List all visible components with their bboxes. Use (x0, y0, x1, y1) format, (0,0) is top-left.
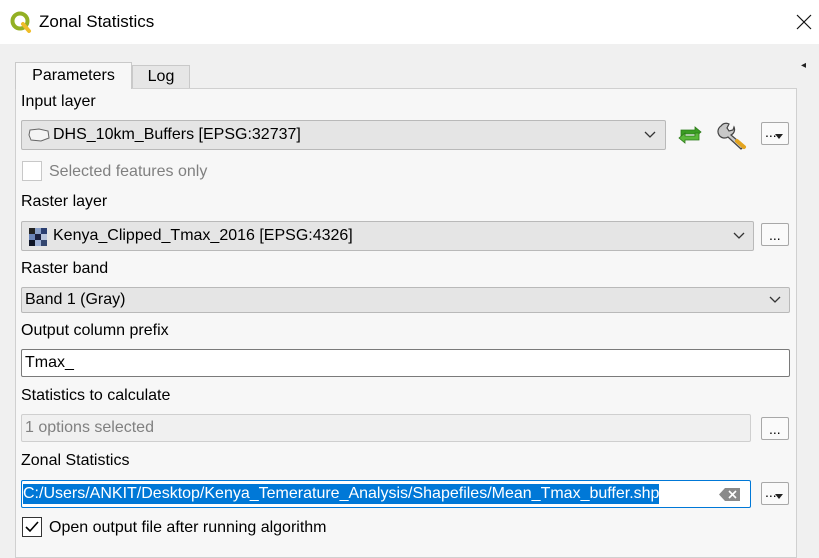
raster-band-value: Band 1 (Gray) (25, 291, 126, 308)
close-icon (796, 14, 812, 30)
prefix-value: Tmax_ (25, 354, 74, 371)
selected-only-checkbox[interactable] (22, 161, 42, 181)
iterate-icon (678, 126, 702, 144)
raster-band-label: Raster band (21, 260, 109, 277)
prefix-input[interactable]: Tmax_ (21, 349, 790, 377)
scroll-up-icon[interactable]: ◂ (801, 60, 806, 71)
input-layer-browse-button[interactable]: ... (761, 122, 789, 145)
chevron-down-icon (733, 232, 745, 239)
statistics-label: Statistics to calculate (21, 387, 171, 404)
raster-layer-icon (29, 228, 47, 246)
close-button[interactable] (788, 8, 818, 36)
window-title: Zonal Statistics (39, 12, 155, 31)
dropdown-arrow-icon (775, 494, 783, 499)
prefix-label: Output column prefix (21, 322, 169, 339)
open-output-label: Open output file after running algorithm (49, 519, 327, 536)
statistics-browse-button[interactable]: ... (761, 417, 789, 440)
statistics-input: 1 options selected (21, 414, 751, 442)
chevron-down-icon (769, 296, 781, 303)
statistics-value: 1 options selected (25, 419, 154, 436)
qgis-logo-icon (10, 11, 31, 33)
tab-log[interactable]: Log (132, 65, 190, 89)
raster-layer-combo[interactable]: Kenya_Clipped_Tmax_2016 [EPSG:4326] (21, 221, 754, 251)
output-browse-button[interactable]: ... (761, 482, 789, 505)
tab-parameters[interactable]: Parameters (15, 62, 132, 89)
advanced-options-button[interactable] (717, 120, 751, 152)
open-output-checkbox[interactable] (22, 517, 42, 537)
selected-only-label: Selected features only (49, 163, 208, 180)
output-file-input[interactable]: C:/Users/ANKIT/Desktop/Kenya_Temerature_… (21, 480, 751, 508)
raster-layer-browse-button[interactable]: ... (761, 223, 789, 246)
raster-layer-value: Kenya_Clipped_Tmax_2016 [EPSG:4326] (53, 227, 353, 244)
input-layer-combo[interactable]: DHS_10km_Buffers [EPSG:32737] (21, 120, 666, 150)
output-label: Zonal Statistics (21, 452, 130, 469)
raster-band-combo[interactable]: Band 1 (Gray) (21, 287, 790, 313)
checkmark-icon (25, 521, 39, 533)
clear-icon[interactable] (719, 488, 741, 501)
raster-layer-label: Raster layer (21, 193, 108, 210)
polygon-layer-icon (28, 128, 50, 142)
iterate-button[interactable] (675, 123, 707, 149)
dropdown-arrow-icon (775, 134, 783, 139)
output-file-value: C:/Users/ANKIT/Desktop/Kenya_Temerature_… (23, 484, 660, 504)
input-layer-label: Input layer (21, 93, 96, 110)
wrench-icon (717, 122, 746, 150)
title-bar: Zonal Statistics (0, 0, 819, 44)
chevron-down-icon (644, 131, 656, 138)
input-layer-value: DHS_10km_Buffers [EPSG:32737] (53, 126, 301, 143)
